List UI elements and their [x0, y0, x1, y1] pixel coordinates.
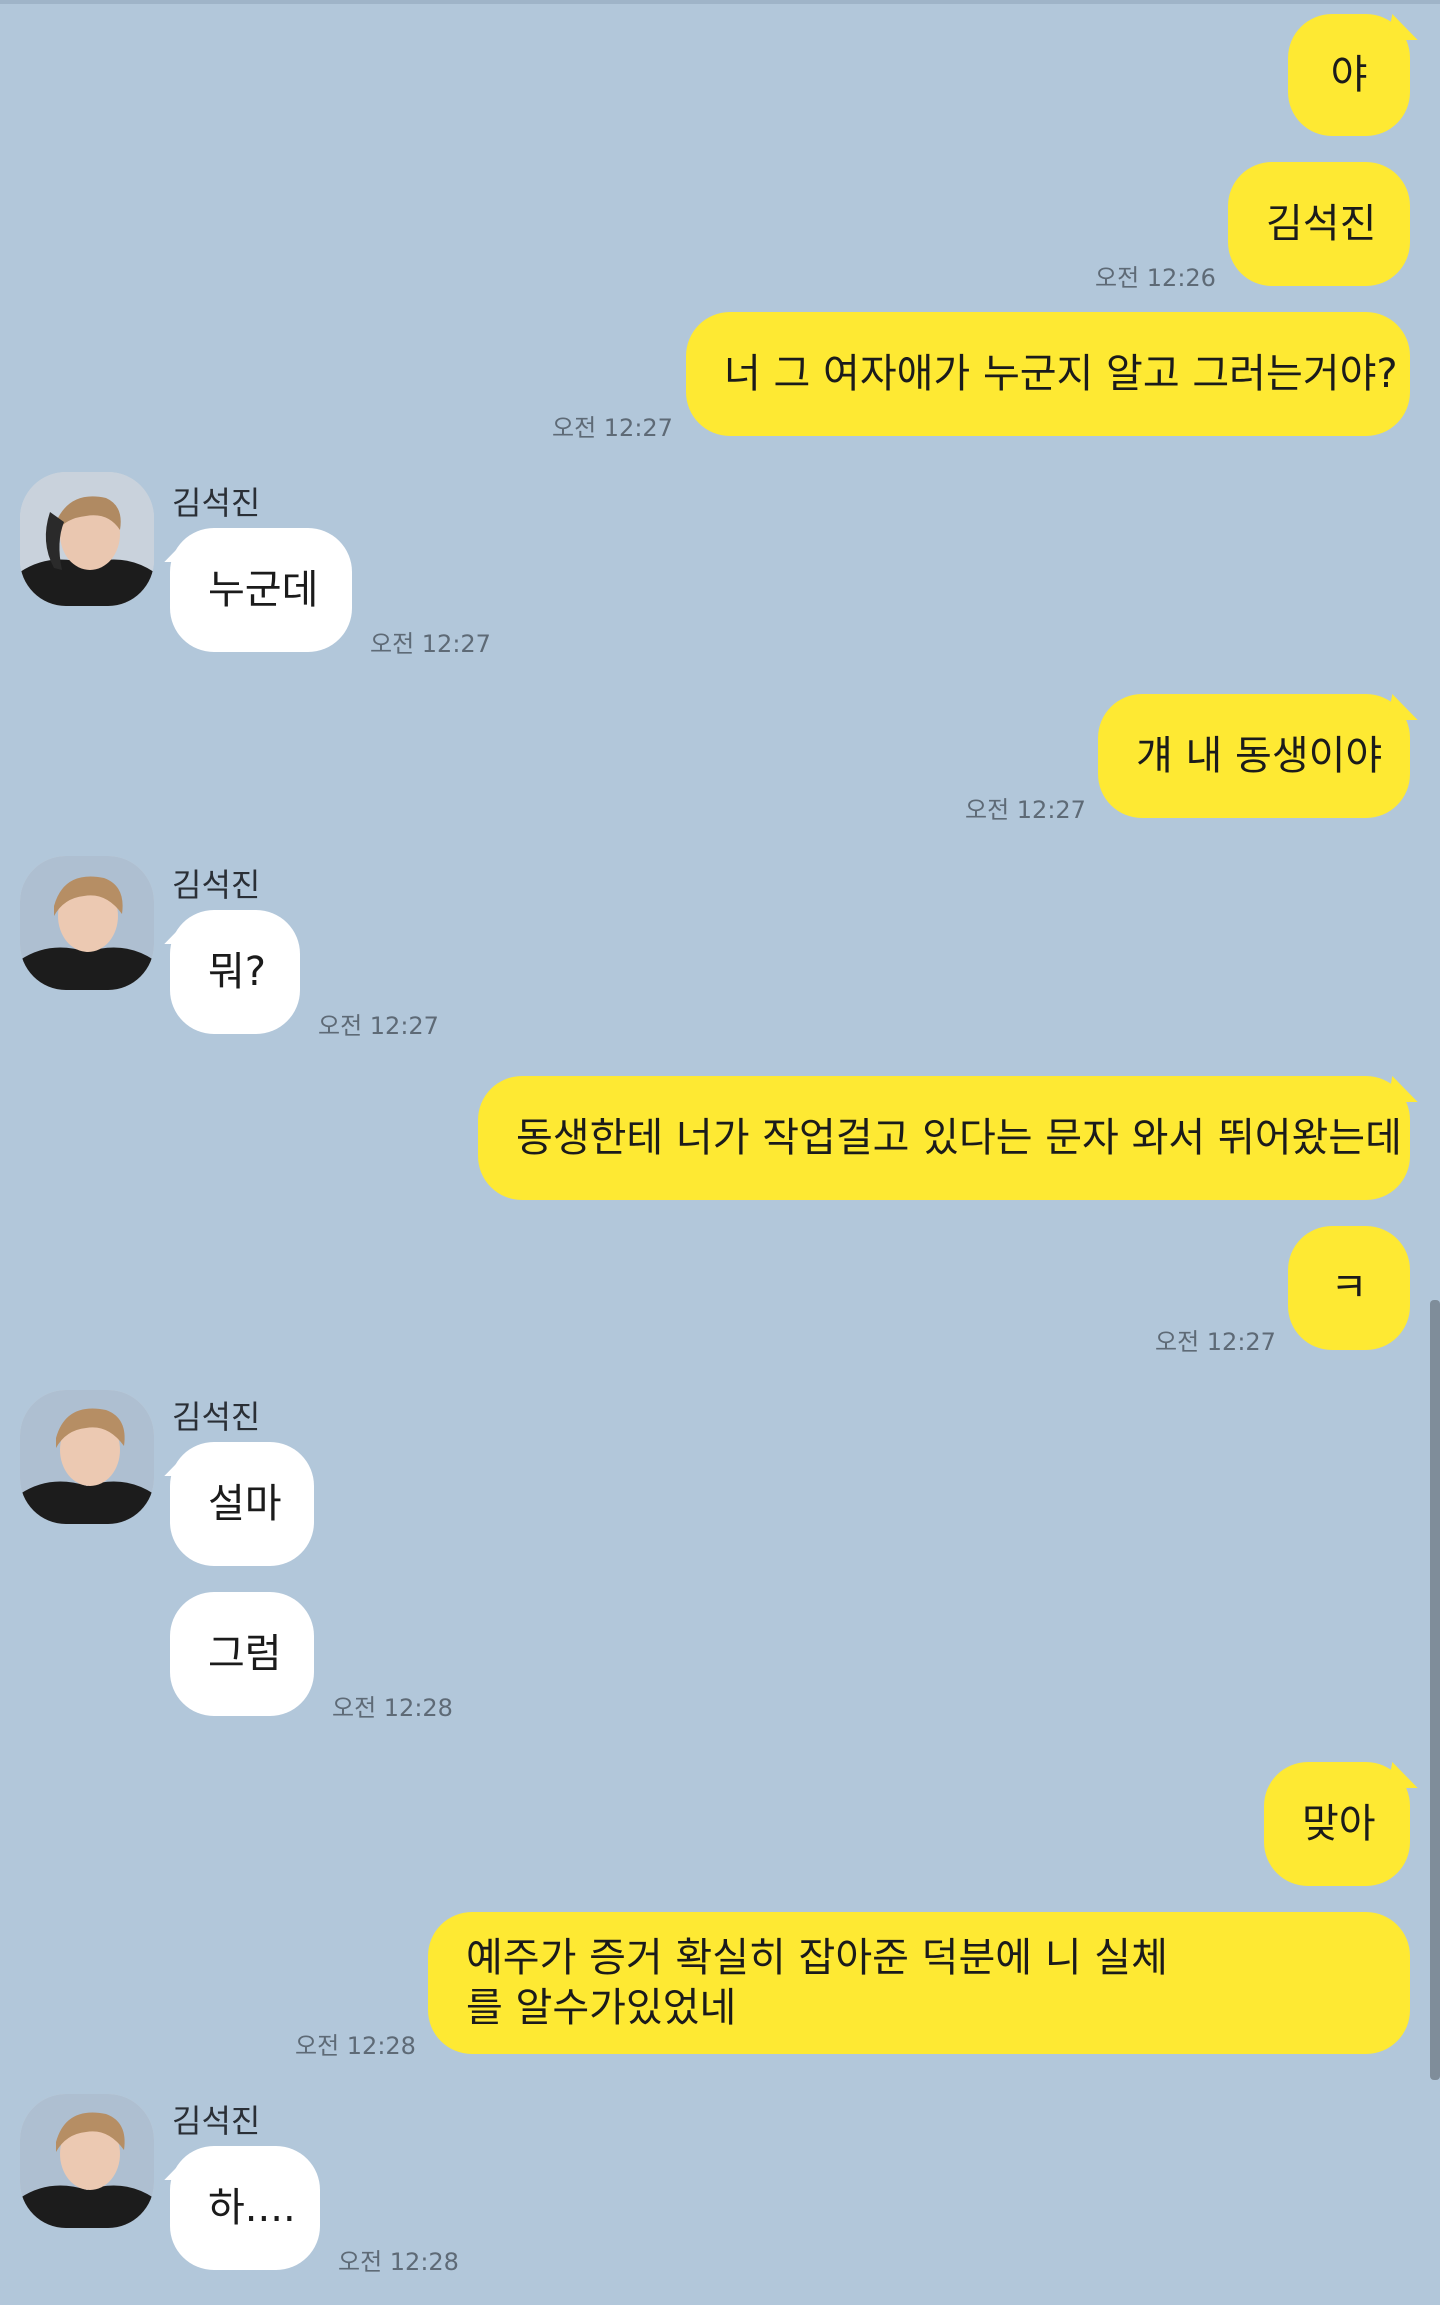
message-text: 너 그 여자애가 누군지 알고 그러는거야?	[724, 351, 1398, 397]
contact-avatar[interactable]	[20, 1390, 154, 1524]
contact-name: 김석진	[172, 2102, 261, 2140]
message-timestamp: 오전 12:28	[338, 2248, 459, 2276]
message-text: 맞아	[1302, 1801, 1376, 1847]
contact-avatar[interactable]	[20, 472, 154, 606]
message-timestamp: 오전 12:27	[552, 414, 673, 442]
message-text: 하....	[208, 2185, 296, 2231]
contact-avatar[interactable]	[20, 856, 154, 990]
message-timestamp: 오전 12:28	[295, 2032, 416, 2060]
my-message-bubble[interactable]: 맞아	[1264, 1762, 1410, 1886]
message-text: 김석진	[1266, 201, 1377, 247]
message-text: 야	[1330, 52, 1368, 98]
profile-photo-avatar-icon	[20, 2094, 154, 2228]
message-text: 설마	[208, 1481, 282, 1527]
message-timestamp: 오전 12:27	[370, 630, 491, 658]
message-text: ㅋ	[1330, 1265, 1368, 1311]
their-message-bubble[interactable]: 그럼	[170, 1592, 314, 1716]
profile-photo-avatar-icon	[20, 1390, 154, 1524]
their-message-bubble[interactable]: 누군데	[170, 528, 352, 652]
message-text: 동생한테 너가 작업걸고 있다는 문자 와서 뛰어왔는데	[516, 1115, 1402, 1161]
contact-name: 김석진	[172, 484, 261, 522]
message-timestamp: 오전 12:26	[1095, 264, 1216, 292]
my-message-bubble[interactable]: 야	[1288, 14, 1410, 136]
status-divider	[0, 0, 1440, 4]
my-message-bubble[interactable]: 동생한테 너가 작업걸고 있다는 문자 와서 뛰어왔는데	[478, 1076, 1410, 1200]
contact-avatar[interactable]	[20, 2094, 154, 2228]
my-message-bubble[interactable]: 너 그 여자애가 누군지 알고 그러는거야?	[686, 312, 1410, 436]
my-message-bubble[interactable]: 예주가 증거 확실히 잡아준 덕분에 니 실체를 알수가있었네	[428, 1912, 1410, 2054]
message-text: 뭐?	[208, 949, 267, 995]
profile-photo-avatar-icon	[20, 472, 154, 606]
message-text: 그럼	[208, 1631, 282, 1677]
contact-name: 김석진	[172, 866, 261, 904]
message-timestamp: 오전 12:28	[332, 1694, 453, 1722]
their-message-bubble[interactable]: 설마	[170, 1442, 314, 1566]
my-message-bubble[interactable]: 김석진	[1228, 162, 1410, 286]
their-message-bubble[interactable]: 뭐?	[170, 910, 300, 1034]
message-timestamp: 오전 12:27	[318, 1012, 439, 1040]
message-text: 누군데	[208, 567, 319, 613]
their-message-bubble[interactable]: 하....	[170, 2146, 320, 2270]
my-message-bubble[interactable]: ㅋ	[1288, 1226, 1410, 1350]
message-timestamp: 오전 12:27	[1155, 1328, 1276, 1356]
message-text: 예주가 증거 확실히 잡아준 덕분에 니 실체를 알수가있었네	[466, 1935, 1168, 2031]
message-timestamp: 오전 12:27	[965, 796, 1086, 824]
profile-photo-avatar-icon	[20, 856, 154, 990]
message-text: 걔 내 동생이야	[1136, 733, 1383, 779]
scrollbar[interactable]	[1430, 1300, 1440, 2080]
contact-name: 김석진	[172, 1398, 261, 1436]
my-message-bubble[interactable]: 걔 내 동생이야	[1098, 694, 1410, 818]
